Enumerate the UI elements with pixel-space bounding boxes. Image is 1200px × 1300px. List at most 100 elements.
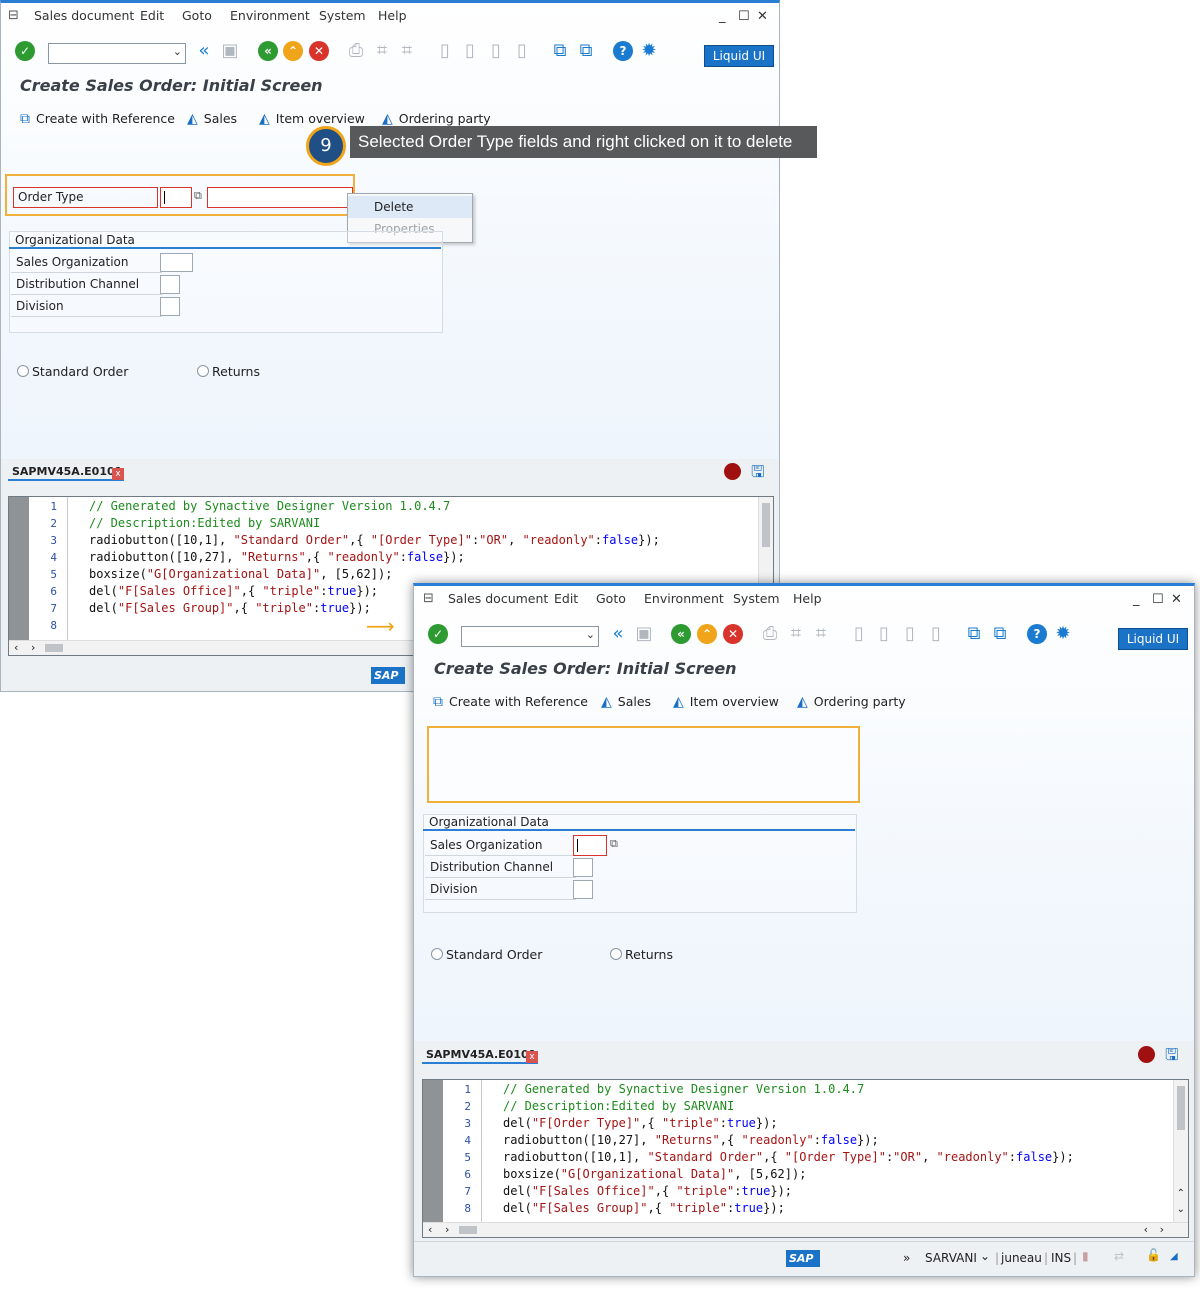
enter-check-icon[interactable]: ✓ <box>15 41 35 61</box>
division-input[interactable] <box>573 880 593 899</box>
create-with-reference-button[interactable]: ⧉ Create with Reference <box>433 694 588 710</box>
performance-icon[interactable]: ▮ <box>1082 1249 1089 1263</box>
next-page-icon[interactable]: ▯ <box>486 41 506 61</box>
code-line[interactable]: del("F[Sales Office]",{ "triple":true}); <box>503 1184 792 1198</box>
back-icon[interactable]: « <box>671 624 691 644</box>
dist-channel-input[interactable] <box>573 858 593 877</box>
record-icon[interactable] <box>724 463 741 480</box>
code-line[interactable]: boxsize("G[Organizational Data]", [5,62]… <box>89 567 392 581</box>
resize-grip-icon[interactable]: ◢ <box>1170 1251 1178 1262</box>
cancel-icon[interactable]: ✕ <box>309 41 329 61</box>
menu-help[interactable]: Help <box>378 8 407 23</box>
menu-system[interactable]: System <box>319 8 366 23</box>
order-type-input[interactable] <box>160 187 192 208</box>
status-mode[interactable]: INS <box>1051 1251 1071 1265</box>
menu-edit[interactable]: Edit <box>140 8 164 23</box>
exit-icon[interactable]: ⌃ <box>697 624 717 644</box>
code-line[interactable]: radiobutton([10,1], "Standard Order",{ "… <box>503 1150 1074 1164</box>
standard-order-radio[interactable]: Standard Order <box>17 364 128 379</box>
print-icon[interactable]: ⎙ <box>346 41 366 61</box>
scroll-thumb[interactable] <box>762 503 770 547</box>
sales-button[interactable]: ◭ Sales <box>601 694 651 710</box>
code-line[interactable]: del("F[Sales Group]",{ "triple":true}); <box>503 1201 785 1215</box>
command-field[interactable]: ⌄ <box>461 626 599 647</box>
command-field[interactable]: ⌄ <box>48 43 186 64</box>
scroll-left-icon[interactable]: ‹ <box>1144 1223 1148 1236</box>
menu-edit[interactable]: Edit <box>554 591 578 606</box>
status-nav-icon[interactable]: » <box>903 1251 910 1265</box>
order-type-description[interactable] <box>207 187 353 208</box>
help-icon[interactable]: ? <box>1027 624 1047 644</box>
menu-goto[interactable]: Goto <box>596 591 626 606</box>
user-dropdown-icon[interactable]: ⌄ <box>980 1249 990 1263</box>
shortcut-icon[interactable]: ⧉ <box>990 624 1010 644</box>
code-line[interactable]: // Generated by Synactive Designer Versi… <box>503 1082 864 1096</box>
previous-page-icon[interactable]: ▯ <box>460 41 480 61</box>
find-next-icon[interactable]: ⌗ <box>397 41 417 61</box>
minimize-button[interactable]: _ <box>1133 592 1140 607</box>
close-button[interactable]: ✕ <box>757 9 768 24</box>
scroll-right-icon[interactable]: › <box>445 1223 449 1236</box>
value-help-icon[interactable]: ⧉ <box>194 189 202 203</box>
back-icon[interactable]: « <box>258 41 278 61</box>
sales-button[interactable]: ◭ Sales <box>187 111 237 127</box>
standard-order-radio[interactable]: Standard Order <box>431 947 542 962</box>
enter-check-icon[interactable]: ✓ <box>428 624 448 644</box>
editor-tab[interactable]: SAPMV45A.E0101 <box>12 465 122 478</box>
create-session-icon[interactable]: ⧉ <box>964 624 984 644</box>
item-overview-button[interactable]: ◭ Item overview <box>259 111 365 127</box>
scroll-left-icon[interactable]: ‹ <box>14 641 18 654</box>
ordering-party-button[interactable]: ◭ Ordering party <box>382 111 491 127</box>
help-icon[interactable]: ? <box>613 41 633 61</box>
menu-sales-document[interactable]: Sales document <box>34 8 134 23</box>
lock-icon[interactable]: 🔓 <box>1146 1248 1161 1262</box>
menu-system[interactable]: System <box>733 591 780 606</box>
code-line[interactable]: radiobutton([10,1], "Standard Order",{ "… <box>89 533 660 547</box>
gear-icon[interactable]: ✹ <box>639 41 659 61</box>
code-line[interactable]: radiobutton([10,27], "Returns",{ "readon… <box>503 1133 879 1147</box>
record-icon[interactable] <box>1138 1046 1155 1063</box>
back-double-icon[interactable]: « <box>608 624 628 644</box>
dist-channel-input[interactable] <box>160 275 180 294</box>
menu-goto[interactable]: Goto <box>182 8 212 23</box>
minimize-button[interactable]: _ <box>719 9 726 24</box>
menu-environment[interactable]: Environment <box>230 8 310 23</box>
code-line[interactable]: // Generated by Synactive Designer Versi… <box>89 499 450 513</box>
code-line[interactable]: del("F[Sales Office]",{ "triple":true}); <box>89 584 378 598</box>
save-script-icon[interactable]: 🖫 <box>751 461 765 488</box>
h-scroll-thumb[interactable] <box>459 1226 477 1234</box>
scroll-down-icon[interactable]: ⌄ <box>1177 1204 1185 1215</box>
h-scroll-thumb[interactable] <box>45 644 63 652</box>
gear-icon[interactable]: ✹ <box>1053 624 1073 644</box>
first-page-icon[interactable]: ▯ <box>849 624 869 644</box>
returns-radio[interactable]: Returns <box>197 364 260 379</box>
cancel-icon[interactable]: ✕ <box>723 624 743 644</box>
previous-page-icon[interactable]: ▯ <box>874 624 894 644</box>
print-icon[interactable]: ⎙ <box>760 624 780 644</box>
editor-tab[interactable]: SAPMV45A.E0101 <box>426 1048 536 1061</box>
find-icon[interactable]: ⌗ <box>372 41 392 61</box>
create-session-icon[interactable]: ⧉ <box>550 41 570 61</box>
close-tab-icon[interactable]: x <box>526 1051 538 1063</box>
division-input[interactable] <box>160 297 180 316</box>
menu-environment[interactable]: Environment <box>644 591 724 606</box>
sales-org-input[interactable] <box>160 253 193 272</box>
scroll-right-icon[interactable]: › <box>1160 1223 1164 1236</box>
code-editor[interactable]: 1 2 3 4 5 6 7 8 // Generated by Synactiv… <box>422 1079 1189 1238</box>
horizontal-scrollbar[interactable]: ‹ › ‹ › <box>423 1222 1188 1237</box>
context-menu-delete[interactable]: Delete <box>348 196 472 218</box>
code-line[interactable]: radiobutton([10,27], "Returns",{ "readon… <box>89 550 465 564</box>
save-script-icon[interactable]: 🖫 <box>1165 1044 1179 1071</box>
code-line[interactable]: // Description:Edited by SARVANI <box>503 1099 734 1113</box>
window-menu-icon[interactable]: ⊟ <box>423 591 434 606</box>
code-line[interactable]: // Description:Edited by SARVANI <box>89 516 320 530</box>
close-tab-icon[interactable]: x <box>112 468 124 480</box>
value-help-icon[interactable]: ⧉ <box>610 837 618 851</box>
last-page-icon[interactable]: ▯ <box>926 624 946 644</box>
liquid-ui-button[interactable]: Liquid UI <box>704 45 774 67</box>
save-icon[interactable]: ▣ <box>634 624 654 644</box>
find-icon[interactable]: ⌗ <box>786 624 806 644</box>
create-with-reference-button[interactable]: ⧉ Create with Reference <box>20 111 175 127</box>
chevron-down-icon[interactable]: ⌄ <box>173 45 182 58</box>
sales-org-input[interactable] <box>573 835 607 856</box>
